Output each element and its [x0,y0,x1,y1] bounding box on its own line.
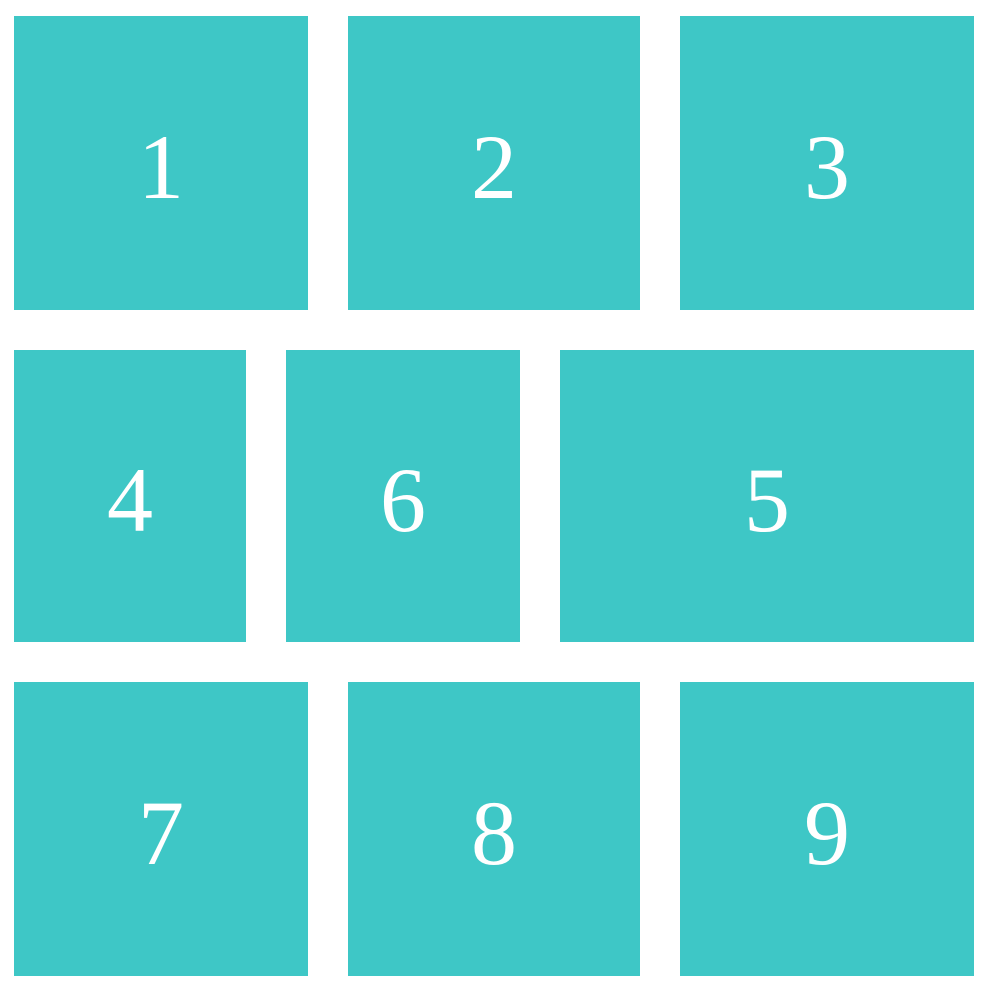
tile-grid: 1 2 3 4 6 5 7 8 9 [0,0,990,992]
tile-label: 4 [107,449,153,551]
tile-label: 9 [804,782,850,884]
tile-4: 4 [14,350,246,642]
tile-label: 3 [804,116,850,218]
tile-label: 6 [380,449,426,551]
tile-label: 1 [138,116,184,218]
tile-1: 1 [14,16,308,310]
tile-7: 7 [14,682,308,976]
tile-3: 3 [680,16,974,310]
tile-5: 5 [560,350,974,642]
tile-6: 6 [286,350,520,642]
tile-8: 8 [348,682,640,976]
tile-label: 8 [471,782,517,884]
tile-label: 5 [744,449,790,551]
tile-9: 9 [680,682,974,976]
tile-label: 7 [138,782,184,884]
tile-2: 2 [348,16,640,310]
tile-label: 2 [471,116,517,218]
